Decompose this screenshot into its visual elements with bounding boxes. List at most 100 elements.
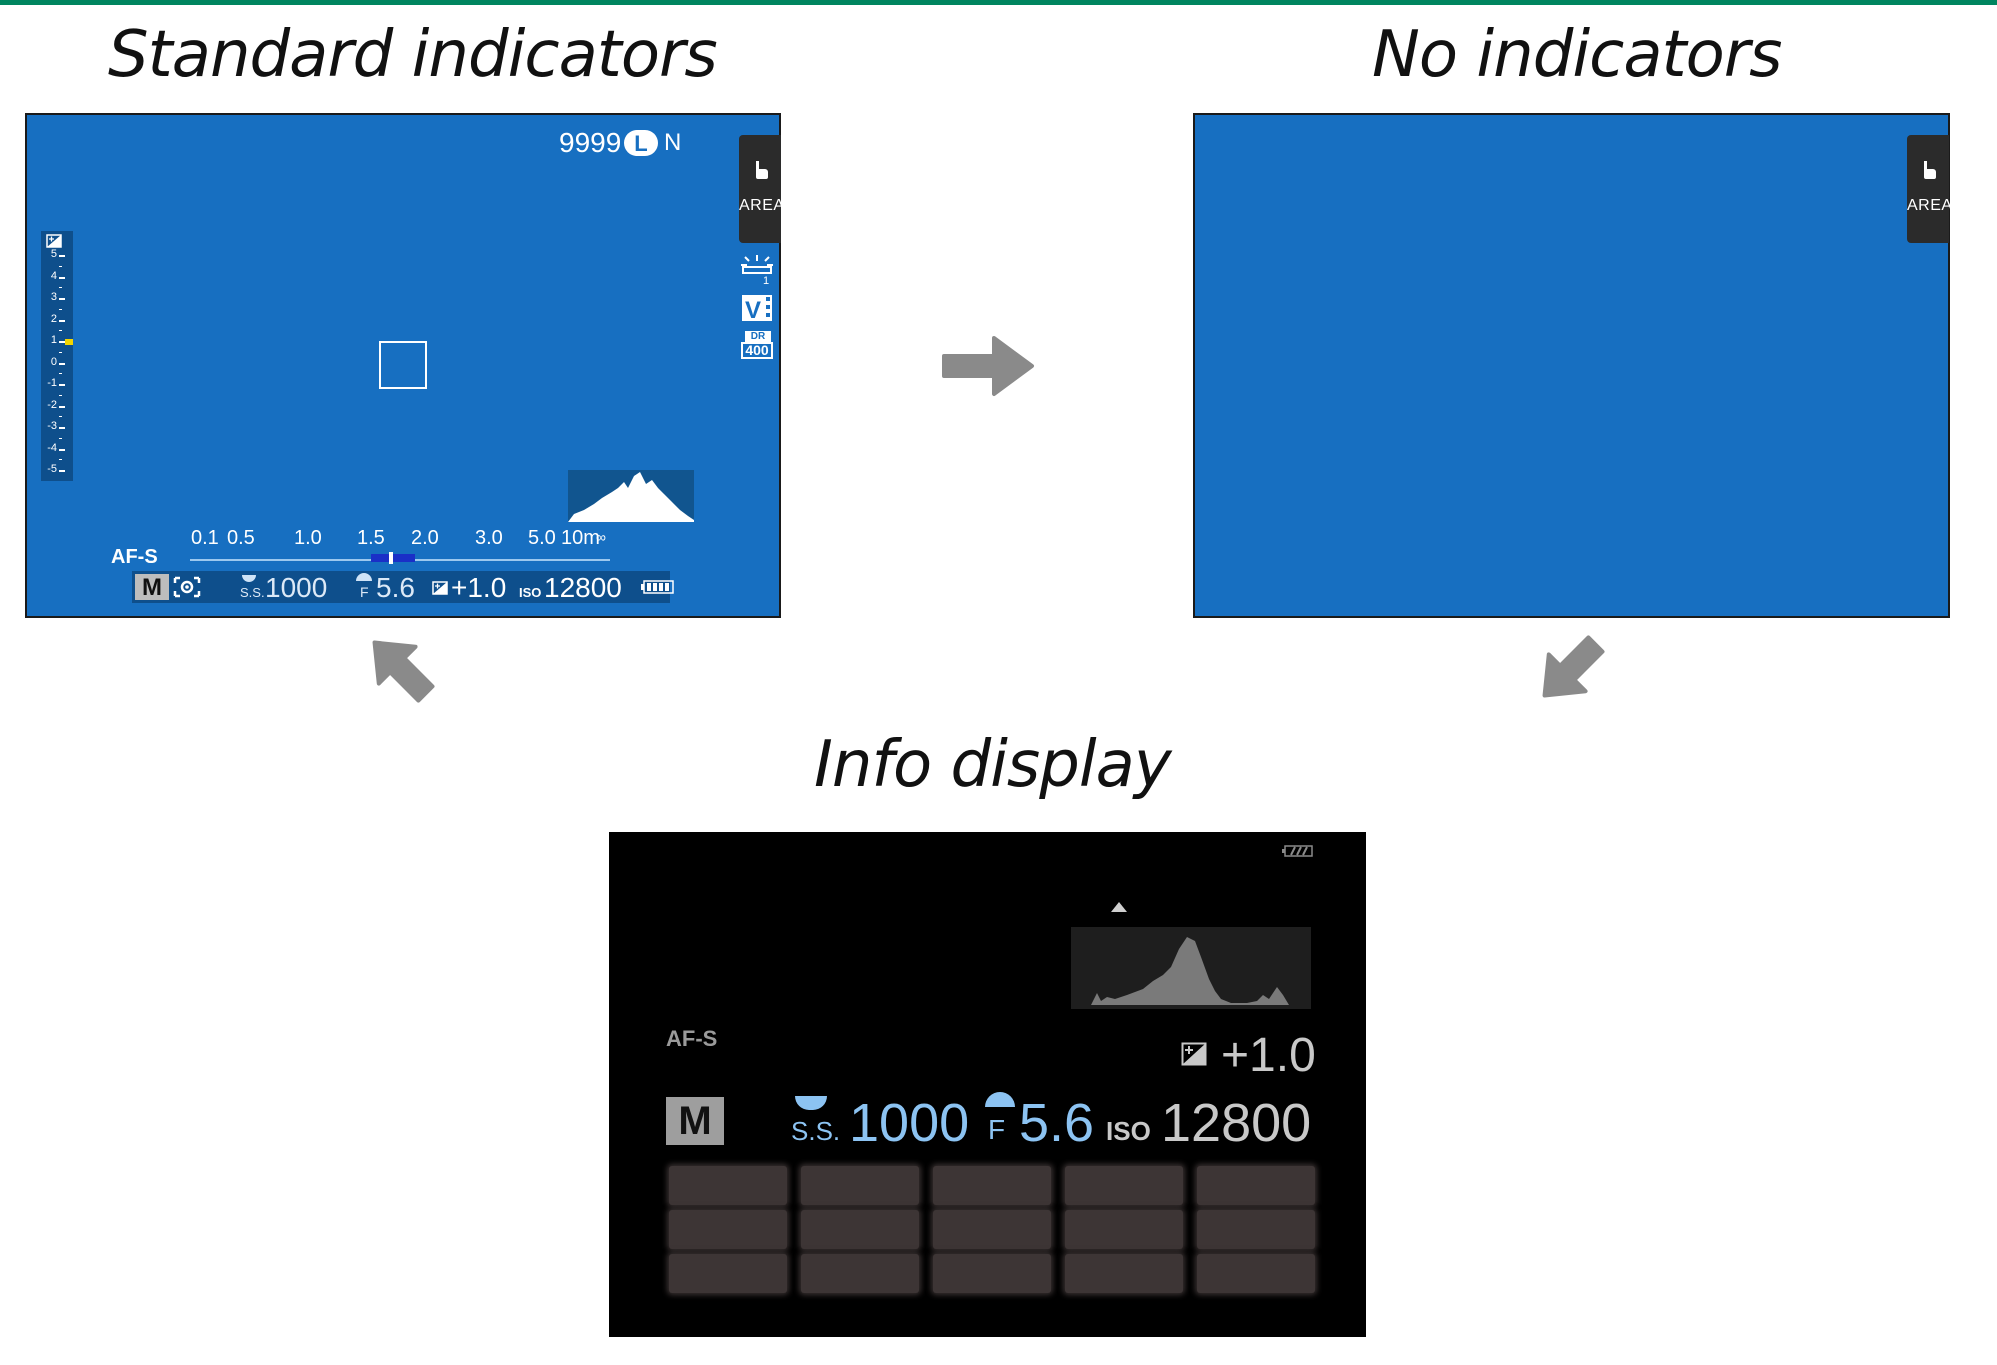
function-button-r2-c2[interactable] bbox=[801, 1210, 919, 1249]
exposure-scale-tick bbox=[59, 427, 65, 429]
function-button-r3-c2[interactable] bbox=[801, 1254, 919, 1293]
function-button-r2-c5[interactable] bbox=[1197, 1210, 1315, 1249]
info-histogram bbox=[1071, 927, 1311, 1009]
exposure-comp: +1.0 bbox=[451, 572, 507, 603]
function-button-r2-c4[interactable] bbox=[1065, 1210, 1183, 1249]
focus-frame[interactable] bbox=[379, 341, 427, 389]
shooting-mode: M bbox=[142, 574, 162, 601]
arrow-info-to-standard bbox=[372, 640, 435, 703]
function-button-r3-c5[interactable] bbox=[1197, 1254, 1315, 1293]
metering-icon bbox=[173, 576, 201, 598]
exposure-scale: 5 4 3 2 1 0 -1 -2 -3 -4 -5 bbox=[41, 231, 73, 481]
exposure-scale-label: -5 bbox=[47, 463, 57, 475]
function-button-r1-c1[interactable] bbox=[669, 1166, 787, 1205]
battery-icon bbox=[641, 580, 674, 594]
function-button-r1-c4[interactable] bbox=[1065, 1166, 1183, 1205]
exposure-scale-minor-tick bbox=[59, 373, 62, 375]
histogram-shape bbox=[568, 472, 694, 522]
function-button-r1-c5[interactable] bbox=[1197, 1166, 1315, 1205]
arrow-none-to-info bbox=[1542, 635, 1605, 698]
iso-value: 12800 bbox=[544, 572, 622, 603]
info-shutter-speed: 1000 bbox=[849, 1093, 970, 1153]
info-aperture-indicator-icon bbox=[985, 1092, 1015, 1107]
function-button-r2-c3[interactable] bbox=[933, 1210, 1051, 1249]
frames-remaining: 9999 bbox=[559, 127, 622, 158]
distance-scale-label: 0.1 bbox=[191, 527, 219, 549]
info-exp-comp-icon bbox=[1181, 1042, 1207, 1066]
distance-scale-label: 0.5 bbox=[227, 527, 255, 549]
exposure-scale-label: 5 bbox=[50, 248, 57, 260]
exposure-scale-minor-tick bbox=[59, 287, 62, 289]
shutter-speed: 1000 bbox=[265, 572, 328, 603]
function-button-r3-c4[interactable] bbox=[1065, 1254, 1183, 1293]
area-hand-icon bbox=[1924, 161, 1936, 179]
histogram bbox=[568, 470, 694, 522]
exposure-scale-label: 0 bbox=[50, 355, 57, 368]
title-info-display: Info display bbox=[814, 728, 1172, 802]
exposure-scale-label: -2 bbox=[47, 398, 57, 411]
info-histogram-shape bbox=[1091, 937, 1289, 1005]
exposure-scale-label: -4 bbox=[47, 441, 57, 454]
distance-scale-label: 1.0 bbox=[294, 527, 322, 549]
exposure-scale-label: -1 bbox=[47, 377, 57, 389]
standard-indicators-screen: 9999 L N AREA 1 V DR 400 5 4 3 2 1 0 -1 -2 -3 -4 -… bbox=[25, 113, 785, 618]
info-f-label: F bbox=[988, 1114, 1006, 1145]
exposure-scale-label: -3 bbox=[47, 420, 57, 432]
exposure-scale-tick bbox=[59, 276, 65, 279]
title-no-indicators: No indicators bbox=[1372, 18, 1782, 92]
area-touch-tab-none[interactable]: AREA bbox=[1907, 135, 1953, 243]
focus-mode: AF-S bbox=[111, 546, 158, 568]
exposure-scale-minor-tick bbox=[59, 265, 62, 267]
exposure-scale-label: 3 bbox=[50, 291, 57, 303]
exposure-scale-label: 1 bbox=[50, 334, 57, 346]
function-button-r1-c2[interactable] bbox=[801, 1166, 919, 1205]
exposure-level-indicator bbox=[65, 339, 73, 345]
function-button-r2-c1[interactable] bbox=[669, 1210, 787, 1249]
area-label: AREA bbox=[1907, 197, 1953, 214]
exposure-scale-tick bbox=[59, 384, 65, 386]
info-exposure-comp: +1.0 bbox=[1221, 1029, 1316, 1082]
info-shooting-mode: M bbox=[678, 1099, 712, 1143]
info-display-screen: AF-S +1.0 M S.S. 1000 F 5.6 ISO 12800 bbox=[609, 832, 1366, 1337]
area-touch-tab[interactable]: AREA bbox=[739, 135, 785, 243]
exposure-scale-tick bbox=[59, 362, 65, 365]
dr-value: 400 bbox=[741, 342, 773, 359]
info-shooting-mode-badge: M bbox=[666, 1097, 724, 1145]
exposure-scale-minor-tick bbox=[59, 437, 62, 439]
image-quality: N bbox=[664, 129, 682, 156]
distance-scale-label: 10m bbox=[561, 527, 600, 549]
distance-scale-label: 2.0 bbox=[411, 527, 439, 549]
exposure-scale-tick bbox=[59, 298, 65, 300]
info-iso-label: ISO bbox=[1106, 1116, 1151, 1146]
info-iso-value: 12800 bbox=[1161, 1093, 1312, 1153]
expand-caret-icon[interactable] bbox=[1111, 902, 1127, 912]
exposure-scale-label: 4 bbox=[50, 269, 57, 282]
exposure-scale-label: 2 bbox=[50, 312, 57, 325]
dynamic-range-icon: DR 400 bbox=[741, 331, 775, 361]
distance-scale-label: 1.5 bbox=[357, 527, 385, 549]
info-battery-icon bbox=[1282, 845, 1313, 857]
exposure-scale-minor-tick bbox=[59, 394, 62, 396]
iso-label: ISO bbox=[519, 585, 542, 600]
info-aperture: 5.6 bbox=[1019, 1093, 1095, 1153]
function-button-r1-c3[interactable] bbox=[933, 1166, 1051, 1205]
aperture: 5.6 bbox=[376, 572, 415, 603]
exposure-scale-tick bbox=[59, 470, 65, 472]
exposure-scale-minor-tick bbox=[59, 459, 62, 461]
function-button-r3-c3[interactable] bbox=[933, 1254, 1051, 1293]
shooting-mode-badge: M bbox=[135, 574, 169, 601]
exposure-scale-tick bbox=[59, 319, 65, 322]
exposure-scale-minor-tick bbox=[59, 351, 62, 353]
exposure-scale-minor-tick bbox=[59, 330, 62, 332]
exposure-scale-tick bbox=[59, 405, 65, 408]
area-label: AREA bbox=[739, 197, 785, 214]
function-button-r3-c1[interactable] bbox=[669, 1254, 787, 1293]
distance-scale-label: 5.0 bbox=[528, 527, 556, 549]
title-standard-indicators: Standard indicators bbox=[108, 18, 718, 92]
image-size-badge: L bbox=[624, 130, 658, 156]
no-indicators-screen: AREA bbox=[1193, 113, 1953, 618]
distance-scale-label: 3.0 bbox=[475, 527, 503, 549]
distance-scale-label: ∞ bbox=[596, 529, 606, 545]
exposure-scale-tick bbox=[59, 255, 65, 257]
ss-label: S.S. bbox=[240, 585, 265, 600]
